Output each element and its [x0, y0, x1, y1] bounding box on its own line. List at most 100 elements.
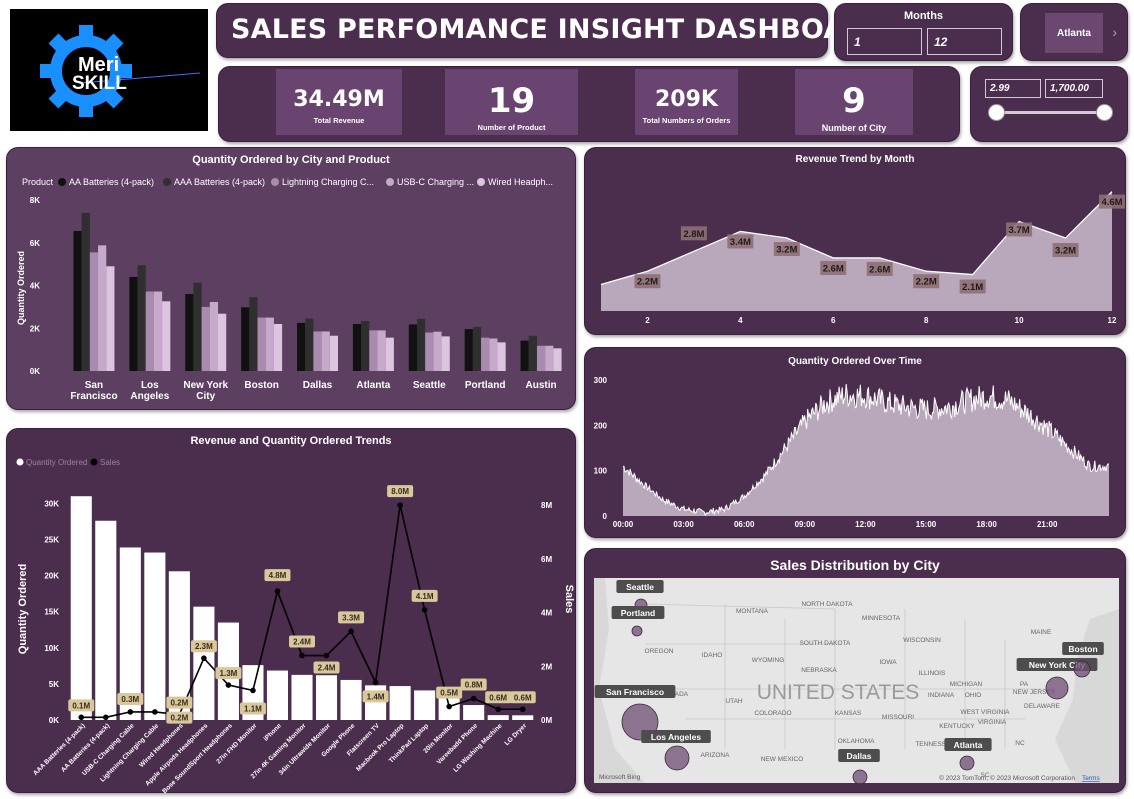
bar [129, 276, 138, 371]
legend-marker [90, 458, 98, 466]
data-label: 2.6M [823, 263, 844, 274]
data-label: 2.1M [962, 282, 983, 293]
y-tick-label: 30K [44, 499, 59, 508]
chevron-right-icon[interactable]: › [1112, 24, 1117, 40]
bar [145, 291, 154, 371]
legend-marker [386, 178, 394, 186]
month-to-input[interactable]: 12 [927, 28, 1002, 55]
bar [520, 340, 529, 371]
sales-point [348, 628, 354, 635]
sales-point [78, 714, 85, 721]
price-min-input[interactable]: 2.99 [985, 79, 1041, 98]
state-label: NC [1015, 740, 1025, 747]
state-label: ARIZONA [701, 752, 731, 759]
data-label: 4.8M [269, 571, 287, 580]
x-tick-label: 12 [1108, 316, 1117, 325]
bar [489, 338, 498, 371]
logo-frame: Meri SKILL [4, 4, 212, 134]
y-tick-label: 4K [30, 282, 40, 291]
city-label: Seattle [626, 582, 654, 592]
gear-icon: Meri SKILL [40, 25, 201, 117]
kpi-label: Total Revenue [313, 116, 365, 125]
sales-point [372, 679, 379, 686]
kpi-label: Number of City [821, 123, 887, 133]
legend-marker [477, 178, 485, 186]
city-product-chart: Product AA Batteries (4-pack) AAA Batterie… [16, 177, 562, 402]
city-label: Boston [1068, 644, 1097, 654]
bar [266, 670, 289, 720]
kpi-value: 19 [487, 81, 536, 121]
bar [305, 318, 314, 371]
bar [408, 324, 417, 371]
city-bubble [959, 755, 975, 771]
bar [106, 266, 115, 371]
bar [273, 323, 283, 371]
state-label: IDAHO [702, 652, 723, 659]
y-tick-label: 5K [49, 680, 59, 689]
y-tick-label: 0 [603, 512, 608, 521]
y-tick-label: 100 [594, 467, 608, 476]
legend-marker [58, 178, 66, 186]
country-label: UNITED STATES [757, 681, 920, 704]
bar [257, 317, 266, 371]
bar [463, 705, 485, 720]
bar [313, 331, 322, 371]
sales-point [201, 655, 207, 662]
y-tick-label: 0K [49, 716, 59, 725]
bar [329, 335, 338, 371]
legend-title: Product [22, 177, 54, 187]
kpi-value: 209K [655, 87, 718, 112]
bar [153, 291, 163, 371]
state-label: MAINE [1031, 629, 1052, 636]
state-label: WYOMING [752, 657, 785, 664]
data-label: 2.8M [683, 229, 704, 240]
y2-tick-label: 4M [541, 609, 552, 618]
y2-tick-label: 8M [541, 501, 552, 510]
city-chip-atlanta[interactable]: Atlanta [1045, 13, 1103, 53]
data-label: 0.8M [465, 681, 483, 690]
city-label: Dallas [846, 751, 871, 761]
data-label: 0.6M [489, 693, 507, 702]
legend-label: USB-C Charging ... [397, 177, 474, 187]
map-terms-link: Terms [1082, 775, 1100, 782]
state-label: INDIANA [928, 692, 955, 699]
x-tick-label: 15:00 [916, 520, 937, 529]
legend-label: Sales [100, 458, 120, 467]
x-tick-label: 8 [924, 316, 929, 325]
state-label: MINNESOTA [862, 615, 901, 622]
slider-track[interactable] [997, 111, 1105, 114]
sales-map[interactable]: UNITED STATES NORTH DAKOTA MINNESOTA MONTAN… [585, 549, 1127, 794]
bar [377, 330, 386, 371]
data-label: 2.6M [869, 264, 890, 275]
month-from-input[interactable]: 1 [847, 28, 922, 55]
sales-point [397, 502, 403, 508]
slider-handle-max[interactable] [1096, 104, 1113, 121]
x-tick-label: Atlanta [356, 380, 390, 391]
bar [185, 294, 194, 371]
x-tick-label: San [85, 380, 103, 391]
bar [545, 345, 554, 371]
bar [414, 690, 436, 720]
bar [249, 297, 258, 371]
x-tick-label: 6 [831, 316, 836, 325]
bar [193, 282, 202, 371]
city-product-chart-panel: Quantity Ordered by City and Product Pro… [6, 147, 576, 410]
bar [416, 318, 426, 371]
sales-point [250, 687, 256, 694]
y-tick-label: 20K [44, 572, 59, 581]
legend-marker [163, 178, 171, 186]
price-max-input[interactable]: 1,700.00 [1045, 79, 1103, 98]
slider-handle-min[interactable] [988, 104, 1005, 121]
x-tick-label: Portland [465, 380, 506, 391]
data-label: 2.4M [293, 638, 311, 647]
city-slicer: Atlanta › [1020, 3, 1128, 61]
data-label: 1.4M [367, 692, 385, 701]
x-tick-label: 09:00 [795, 520, 816, 529]
x-tick-label: Wired Headphones [138, 722, 185, 769]
sales-point [102, 714, 109, 721]
city-bubble [664, 745, 690, 771]
state-label: NEW MEXICO [761, 756, 804, 763]
data-label: 2.2M [637, 277, 658, 288]
state-label: KENTUCKY [939, 723, 975, 730]
sales-point [519, 706, 526, 713]
